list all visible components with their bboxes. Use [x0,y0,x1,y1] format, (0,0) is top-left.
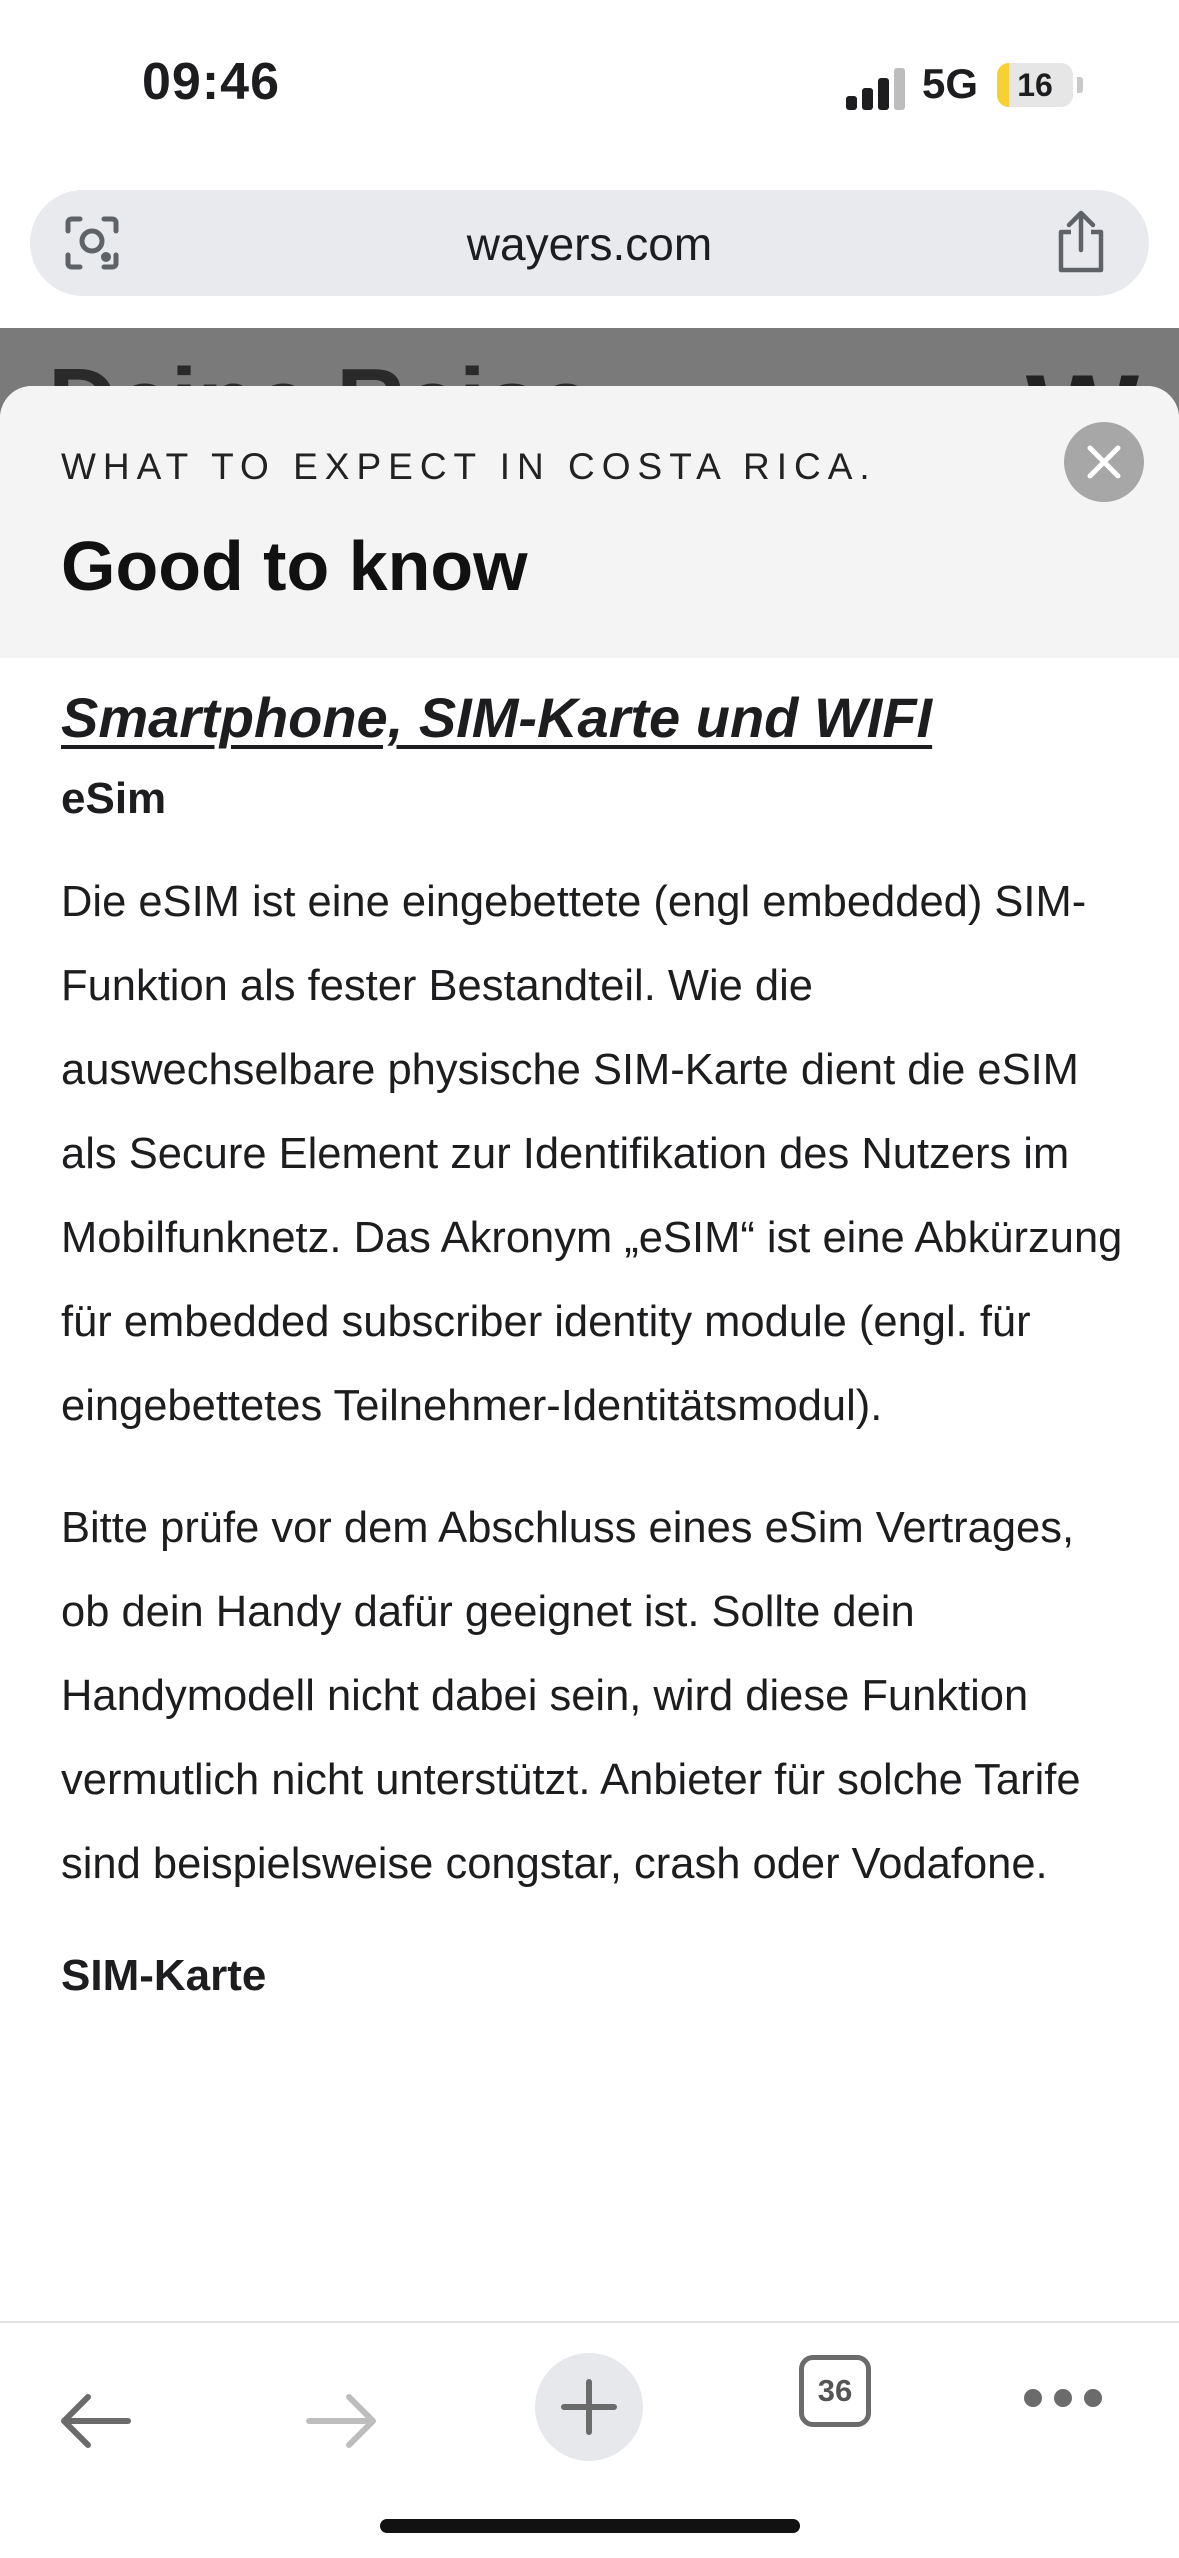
esim-paragraph-1: Die eSIM ist eine eingebettete (engl emb… [61,878,1123,1430]
url-text[interactable]: wayers.com [30,217,1149,271]
network-type: 5G [922,60,979,107]
status-time: 09:46 [142,53,280,111]
good-to-know-sheet: WHAT TO EXPECT IN COSTA RICA. Good to kn… [0,386,1179,2321]
home-indicator [380,2519,800,2533]
forward-arrow-icon[interactable] [305,2393,379,2449]
sheet-eyebrow: WHAT TO EXPECT IN COSTA RICA. [61,446,877,487]
more-dots-icon[interactable] [1024,2383,1104,2413]
battery-tip [1077,77,1083,93]
signal-icon [846,66,906,110]
battery-icon: 16 [997,63,1073,107]
sheet-header: WHAT TO EXPECT IN COSTA RICA. Good to kn… [0,386,1179,658]
plus-icon[interactable] [560,2378,618,2436]
sheet-content: Smartphone, SIM-Karte und WIFI eSim Die … [61,686,1131,2006]
battery-level: 16 [1017,67,1053,103]
back-arrow-icon[interactable] [58,2393,132,2449]
share-icon[interactable] [1053,210,1109,274]
new-tab-button[interactable] [535,2353,643,2461]
sheet-title: Good to know [61,527,528,605]
close-icon[interactable] [1084,442,1124,482]
esim-paragraph-2: Bitte prüfe vor dem Abschluss eines eSim… [61,1504,1081,1888]
section-heading: Smartphone, SIM-Karte und WIFI [61,686,933,749]
esim-heading: eSim [61,774,167,823]
close-button[interactable] [1064,422,1144,502]
address-bar[interactable]: wayers.com [30,190,1149,296]
status-bar: 09:46 5G 16 [0,0,1179,180]
sim-card-heading: SIM-Karte [61,1951,267,2000]
tab-switcher-button[interactable]: 36 [799,2355,871,2427]
